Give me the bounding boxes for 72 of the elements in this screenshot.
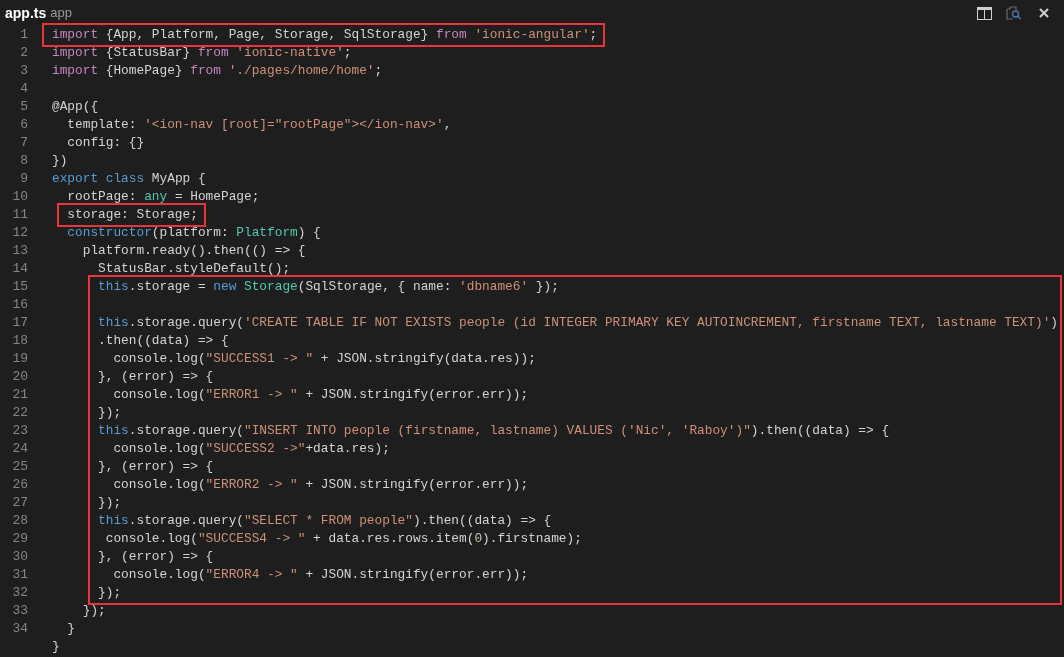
close-icon[interactable] bbox=[1039, 8, 1049, 18]
line-number: 21 bbox=[12, 386, 28, 405]
code-line: }) bbox=[52, 152, 68, 170]
line-number: 1 bbox=[20, 26, 28, 45]
file-tab-title[interactable]: app.ts bbox=[5, 2, 47, 24]
line-number: 16 bbox=[12, 296, 28, 315]
code-line: rootPage: any = HomePage; bbox=[66, 188, 260, 206]
line-number: 28 bbox=[12, 512, 28, 531]
line-number: 29 bbox=[12, 530, 28, 549]
line-number: 11 bbox=[12, 206, 28, 225]
code-line: template: '<ion-nav [root]="rootPage"></ion-nav>', bbox=[66, 116, 452, 134]
line-number: 33 bbox=[12, 602, 28, 621]
line-number: 10 bbox=[12, 188, 28, 207]
split-editor-icon[interactable] bbox=[977, 6, 992, 20]
line-number: 13 bbox=[12, 242, 28, 261]
code-line: platform.ready().then(() => { bbox=[81, 242, 306, 260]
line-number: 4 bbox=[20, 80, 28, 99]
code-line: }); bbox=[98, 584, 122, 602]
code-line: storage: Storage; bbox=[67, 206, 198, 224]
code-line: }); bbox=[81, 602, 106, 620]
code-line: }, (error) => { bbox=[98, 548, 214, 566]
code-line: @App({ bbox=[52, 98, 99, 116]
line-number: 22 bbox=[12, 404, 28, 423]
line-number: 20 bbox=[12, 368, 28, 387]
code-line: console.log("SUCCESS1 -> " + JSON.stringify(data.res)); bbox=[112, 350, 536, 368]
line-number: 15 bbox=[12, 278, 28, 297]
line-number: 26 bbox=[12, 476, 28, 495]
code-line: this.storage.query("INSERT INTO people (firstname, lastname) VALUES ('Nic', 'Raboy')").then((data) => { bbox=[98, 422, 890, 440]
line-number: 6 bbox=[20, 116, 28, 135]
code-line: console.log("SUCCESS2 ->"+data.res); bbox=[112, 440, 390, 458]
code-line: console.log("ERROR1 -> " + JSON.stringify(error.err)); bbox=[112, 386, 529, 404]
line-number: 5 bbox=[20, 98, 28, 117]
line-number: 23 bbox=[12, 422, 28, 441]
line-number: 34 bbox=[12, 620, 28, 639]
line-number: 8 bbox=[20, 152, 28, 171]
line-number: 2 bbox=[20, 44, 28, 63]
code-line: StatusBar.styleDefault(); bbox=[97, 260, 291, 278]
code-line: } bbox=[66, 620, 76, 638]
code-line: }, (error) => { bbox=[98, 368, 214, 386]
code-line: } bbox=[52, 638, 60, 656]
code-line: import {HomePage} from './pages/home/home'; bbox=[52, 62, 383, 80]
code-line: import {App, Platform, Page, Storage, SqlStorage} from 'ionic-angular'; bbox=[52, 26, 598, 44]
line-number: 17 bbox=[12, 314, 28, 333]
code-line: export class MyApp { bbox=[52, 170, 206, 188]
line-number: 25 bbox=[12, 458, 28, 477]
code-line: this.storage = new Storage(SqlStorage, { name: 'dbname6' }); bbox=[98, 278, 559, 296]
folder-label: app bbox=[50, 4, 72, 23]
code-line: }); bbox=[98, 404, 122, 422]
line-number: 7 bbox=[20, 134, 28, 153]
line-number: 3 bbox=[20, 62, 28, 81]
line-number: 27 bbox=[12, 494, 28, 513]
code-line: console.log("SUCCESS4 -> " + data.res.rows.item(0).firstname); bbox=[104, 530, 582, 548]
line-number: 30 bbox=[12, 548, 28, 567]
code-line: }, (error) => { bbox=[98, 458, 214, 476]
code-line: }); bbox=[98, 494, 122, 512]
line-number: 18 bbox=[12, 332, 28, 351]
code-line: this.storage.query('CREATE TABLE IF NOT EXISTS people (id INTEGER PRIMARY KEY AUTOINCREMENT, firstname TEXT, lastname TEXT)') bbox=[98, 314, 1059, 332]
line-number: 32 bbox=[12, 584, 28, 603]
code-line: constructor(platform: Platform) { bbox=[66, 224, 321, 242]
line-number: 31 bbox=[12, 566, 28, 585]
code-line: import {StatusBar} from 'ionic-native'; bbox=[52, 44, 352, 62]
line-number: 12 bbox=[12, 224, 28, 243]
search-file-icon[interactable] bbox=[1006, 5, 1022, 21]
line-number: 9 bbox=[20, 170, 28, 189]
code-line: console.log("ERROR2 -> " + JSON.stringify(error.err)); bbox=[112, 476, 529, 494]
line-number: 14 bbox=[12, 260, 28, 279]
line-number: 24 bbox=[12, 440, 28, 459]
code-line: .then((data) => { bbox=[98, 332, 229, 350]
code-line: this.storage.query("SELECT * FROM people").then((data) => { bbox=[98, 512, 552, 530]
code-line: config: {} bbox=[66, 134, 145, 152]
code-line: console.log("ERROR4 -> " + JSON.stringify(error.err)); bbox=[112, 566, 529, 584]
line-number: 19 bbox=[12, 350, 28, 369]
